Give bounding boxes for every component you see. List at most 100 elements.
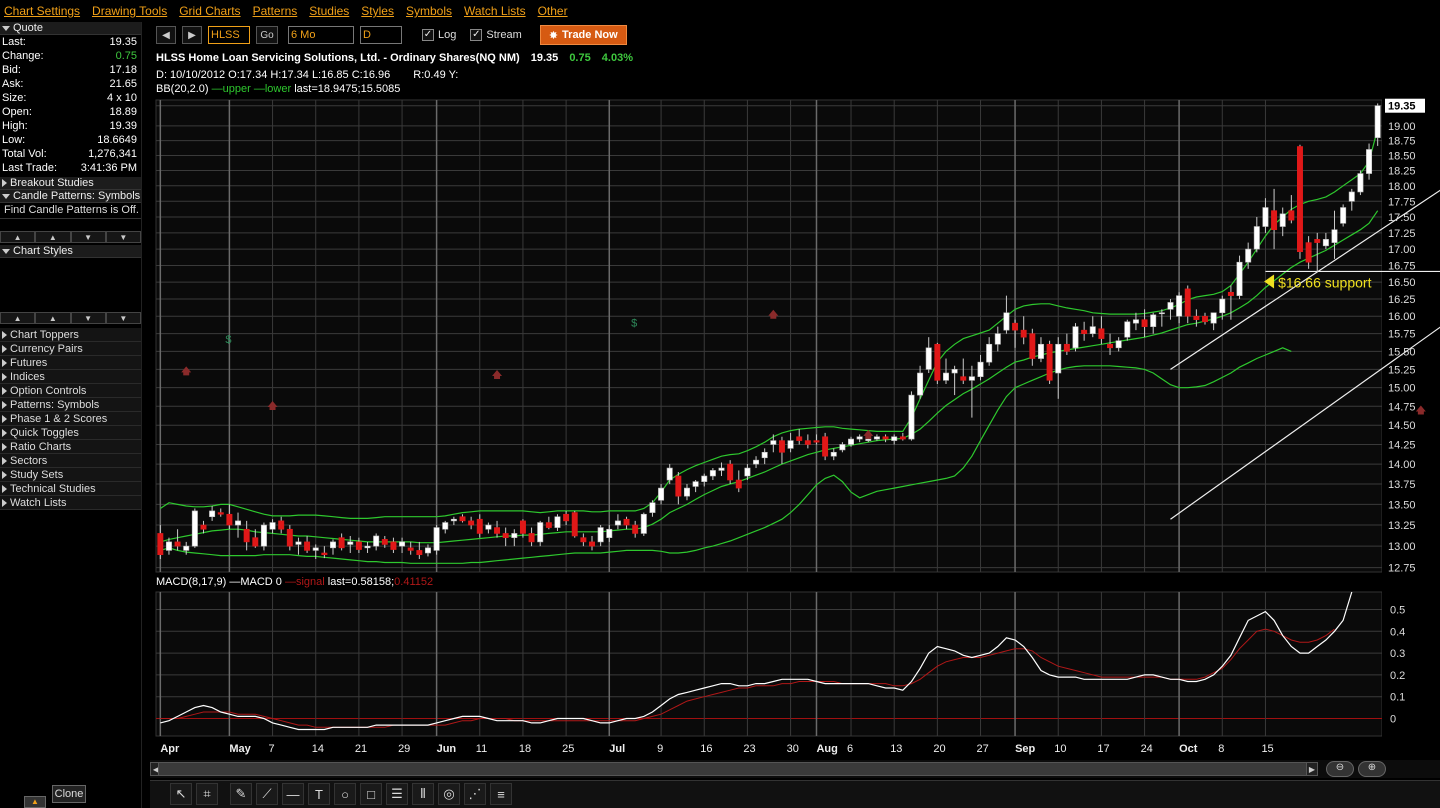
left-list-item-sectors[interactable]: Sectors <box>0 454 141 468</box>
nav-up-button[interactable]: ▲ <box>35 231 71 243</box>
zoom-in-icon[interactable]: ⊕ <box>1358 761 1386 777</box>
quote-value: 0.75 <box>115 50 137 62</box>
go-button[interactable]: Go <box>256 26 278 44</box>
pointer-icon[interactable]: ↖ <box>170 783 192 805</box>
left-list-item-option-controls[interactable]: Option Controls <box>0 384 141 398</box>
chart-area[interactable]: HLSS Home Loan Servicing Solutions, Ltd.… <box>150 48 1440 760</box>
nav-bottom-button[interactable]: ▼ <box>105 312 141 324</box>
candle-body <box>891 436 898 441</box>
price-chart-svg[interactable]: 12.75 13.00 13.25 13.50 13.75 14.00 14.25 14.50… <box>150 48 1440 760</box>
horizontal-line-icon[interactable]: — <box>282 783 304 805</box>
log-checkbox[interactable]: ✓ Log <box>422 29 456 41</box>
left-list-item-futures[interactable]: Futures <box>0 356 141 370</box>
date-tick-label: 10 <box>1054 743 1066 755</box>
chart-styles-header[interactable]: Chart Styles <box>0 245 141 258</box>
left-list-item-ratio-charts[interactable]: Ratio Charts <box>0 440 141 454</box>
candle-body <box>252 537 259 547</box>
quote-row: Bid: 17.18 <box>0 63 141 77</box>
left-list-item-indices[interactable]: Indices <box>0 370 141 384</box>
nav-top-button[interactable]: ▲ <box>0 312 36 324</box>
chart-scrollbar[interactable]: ◀ ▶ ⊖ ⊕ <box>150 760 1440 778</box>
nav-up-button[interactable]: ▲ <box>35 312 71 324</box>
menu-other[interactable]: Other <box>538 4 568 18</box>
gann-icon[interactable]: ⫴ <box>412 783 434 805</box>
menu-styles[interactable]: Styles <box>361 4 394 18</box>
scroll-right-button[interactable]: ▶ <box>1306 762 1318 776</box>
candle-body <box>459 516 466 522</box>
pencil-icon[interactable]: ✎ <box>230 783 252 805</box>
candle-body <box>632 524 639 534</box>
price-tick-label: 15.00 <box>1388 383 1416 395</box>
candle-body <box>934 343 941 381</box>
candle-body <box>1081 329 1088 334</box>
left-list-label: Phase 1 & 2 Scores <box>10 412 108 425</box>
date-tick-label: 14 <box>312 743 324 755</box>
drawing-toolbar: ↖ ⌗ ✎ ⟋ — T ○ □ ☰ ⫴ ◎ ⋰ ≡ <box>150 780 1440 808</box>
price-tick-label: 17.25 <box>1388 228 1416 240</box>
left-list-item-patterns-symbols[interactable]: Patterns: Symbols <box>0 398 141 412</box>
price-tick-label: 18.75 <box>1388 136 1416 148</box>
left-list-label: Patterns: Symbols <box>10 398 100 411</box>
menu-watch-lists[interactable]: Watch Lists <box>464 4 526 18</box>
interval-select[interactable]: D <box>360 26 402 44</box>
menu-symbols[interactable]: Symbols <box>406 4 452 18</box>
left-list-item-chart-toppers[interactable]: Chart Toppers <box>0 328 141 342</box>
left-list-item-quick-toggles[interactable]: Quick Toggles <box>0 426 141 440</box>
zoom-out-icon[interactable]: ⊖ <box>1326 761 1354 777</box>
back-button[interactable]: ◀ <box>156 26 176 44</box>
ellipse-icon[interactable]: ○ <box>334 783 356 805</box>
menu-drawing-tools[interactable]: Drawing Tools <box>92 4 167 18</box>
fan-icon[interactable]: ⋰ <box>464 783 486 805</box>
rectangle-icon[interactable]: □ <box>360 783 382 805</box>
trade-now-button[interactable]: ✸ Trade Now <box>539 25 627 45</box>
candle-body <box>381 539 388 545</box>
candle-patterns-header[interactable]: Candle Patterns: Symbols <box>0 190 141 203</box>
left-list-item-technical-studies[interactable]: Technical Studies <box>0 482 141 496</box>
menu-chart-settings[interactable]: Chart Settings <box>4 4 80 18</box>
nav-down-button[interactable]: ▼ <box>70 312 106 324</box>
price-tick-label: 13.75 <box>1388 479 1416 491</box>
price-tick-label: 14.25 <box>1388 439 1416 451</box>
candle-body <box>943 372 949 381</box>
candle-body <box>1236 261 1243 296</box>
spiral-icon[interactable]: ◎ <box>438 783 460 805</box>
crosshair-icon[interactable]: ⌗ <box>196 783 218 805</box>
scroll-thumb[interactable] <box>158 762 1318 776</box>
clone-button[interactable]: Clone <box>52 785 86 803</box>
candle-body <box>390 541 397 550</box>
quote-section-header[interactable]: Quote <box>0 22 141 35</box>
candle-body <box>424 547 431 554</box>
trendline-icon[interactable]: ⟋ <box>256 783 278 805</box>
nav-down-button[interactable]: ▼ <box>70 231 106 243</box>
nav-top-button[interactable]: ▲ <box>0 231 36 243</box>
channel-icon[interactable]: ≡ <box>490 783 512 805</box>
candle-body <box>882 436 889 440</box>
collapse-icon <box>2 25 10 31</box>
left-list-item-currency-pairs[interactable]: Currency Pairs <box>0 342 141 356</box>
candle-body <box>519 520 526 534</box>
symbol-input[interactable]: HLSS <box>208 26 250 44</box>
menu-studies[interactable]: Studies <box>309 4 349 18</box>
left-list-item-watch-lists[interactable]: Watch Lists <box>0 496 141 510</box>
candle-body <box>1029 333 1036 359</box>
candle-body <box>338 537 345 549</box>
menu-patterns[interactable]: Patterns <box>253 4 298 18</box>
candle-body <box>200 524 207 530</box>
fibonacci-icon[interactable]: ☰ <box>386 783 408 805</box>
candle-body <box>1253 226 1260 250</box>
left-list-item-phase-1-2-scores[interactable]: Phase 1 & 2 Scores <box>0 412 141 426</box>
forward-button[interactable]: ▶ <box>182 26 202 44</box>
left-list-item-study-sets[interactable]: Study Sets <box>0 468 141 482</box>
candle-body <box>1132 319 1139 324</box>
left-list-label: Option Controls <box>10 384 87 397</box>
candle-body <box>1115 340 1122 349</box>
expand-up-icon[interactable]: ▲ <box>24 796 46 808</box>
stream-checkbox[interactable]: ✓ Stream <box>470 29 522 41</box>
breakout-studies-header[interactable]: Breakout Studies <box>0 177 141 190</box>
period-select[interactable]: 6 Mo <box>288 26 354 44</box>
nav-bottom-button[interactable]: ▼ <box>105 231 141 243</box>
text-icon[interactable]: T <box>308 783 330 805</box>
menu-grid-charts[interactable]: Grid Charts <box>179 4 240 18</box>
candle-body <box>813 440 820 443</box>
candle-body <box>848 438 854 445</box>
